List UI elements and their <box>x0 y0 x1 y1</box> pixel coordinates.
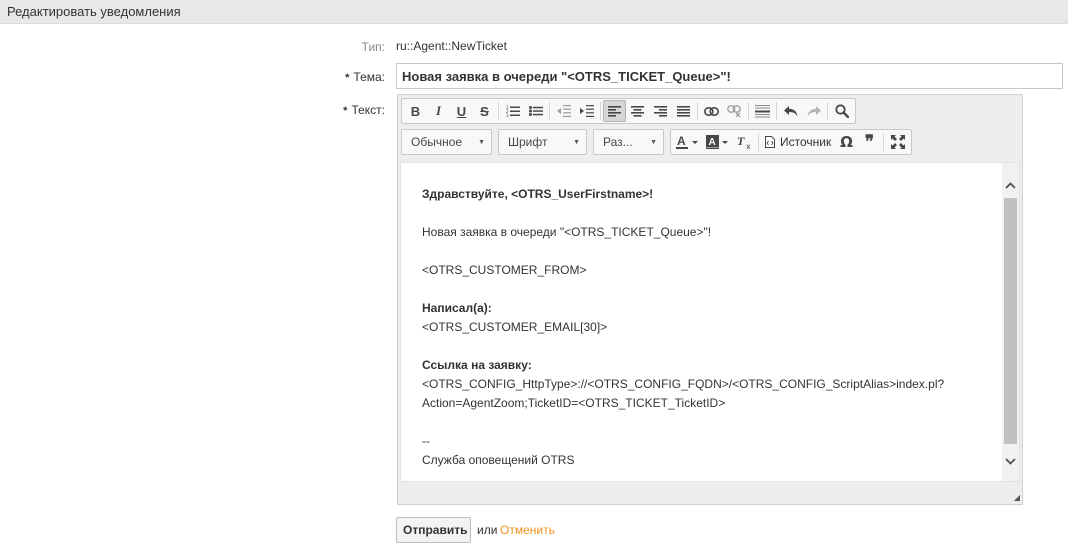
type-value: ru::Agent::NewTicket <box>396 39 507 53</box>
required-mark: * <box>345 72 350 84</box>
greeting-text: Здравствуйте, <OTRS_UserFirstname>! <box>422 187 654 201</box>
toolbar-separator <box>498 102 499 120</box>
text-label: Текст: <box>351 103 385 117</box>
extra-tools-group: A A Tx Источник Ω ❞ <box>670 129 912 155</box>
font-select[interactable]: Шрифт ▼ <box>498 129 587 155</box>
scroll-down-icon[interactable] <box>1002 453 1019 470</box>
svg-text:T: T <box>737 135 745 148</box>
format-select[interactable]: Обычное ▼ <box>401 129 492 155</box>
special-char-icon[interactable]: Ω <box>835 131 858 153</box>
chevron-down-icon: ▼ <box>573 138 580 146</box>
svg-text:A: A <box>677 135 686 148</box>
submit-button[interactable]: Отправить <box>396 517 471 543</box>
toolbar-separator <box>827 102 828 120</box>
justify-icon[interactable] <box>672 100 695 122</box>
numbered-list-icon[interactable]: 123 <box>501 100 524 122</box>
chevron-down-icon: ▼ <box>478 138 485 146</box>
required-mark: * <box>343 105 348 117</box>
scroll-up-icon[interactable] <box>1002 177 1019 194</box>
remove-format-icon[interactable]: Tx <box>733 131 756 153</box>
bold-icon[interactable]: B <box>404 100 427 122</box>
toolbar-separator <box>549 102 550 120</box>
toolbar-row-2: Обычное ▼ Шрифт ▼ Раз... ▼ A A Tx Источн… <box>401 128 916 156</box>
basic-styles-group: B I U S 123 <box>401 98 856 124</box>
cancel-link[interactable]: Отменить <box>500 523 555 537</box>
blockquote-icon[interactable]: ❞ <box>858 131 881 153</box>
vertical-scrollbar[interactable] <box>1002 163 1019 481</box>
or-text: или <box>477 523 498 537</box>
svg-text:x: x <box>746 142 751 149</box>
find-icon[interactable] <box>830 100 853 122</box>
subject-label: Тема: <box>353 70 385 84</box>
ticket-link-line-1: <OTRS_CONFIG_HttpType>://<OTRS_CONFIG_FQ… <box>422 377 945 391</box>
signature-line: Служба оповещений OTRS <box>422 453 575 467</box>
undo-icon[interactable] <box>779 100 802 122</box>
wrote-label: Написал(а): <box>422 301 492 315</box>
customer-email-line: <OTRS_CUSTOMER_EMAIL[30]> <box>422 320 608 334</box>
svg-text:3: 3 <box>506 113 509 117</box>
message-body[interactable]: Здравствуйте, <OTRS_UserFirstname>! Нова… <box>422 185 997 470</box>
toolbar-separator <box>883 133 884 151</box>
toolbar-separator <box>748 102 749 120</box>
horizontal-line-icon[interactable] <box>751 100 774 122</box>
queue-line: Новая заявка в очереди "<OTRS_TICKET_Que… <box>422 225 712 239</box>
resize-handle-icon[interactable]: ◢ <box>1014 493 1020 502</box>
bulleted-list-icon[interactable] <box>524 100 547 122</box>
rich-text-editor: B I U S 123 Обычное ▼ Шрифт ▼ Раз... ▼ A… <box>397 94 1023 505</box>
chevron-down-icon: ▼ <box>650 138 657 146</box>
align-right-icon[interactable] <box>649 100 672 122</box>
subject-label-wrap: * Тема: <box>285 70 385 84</box>
background-color-icon[interactable]: A <box>703 131 733 153</box>
indent-icon[interactable] <box>575 100 598 122</box>
toolbar-separator <box>758 133 759 151</box>
signature-separator: -- <box>422 434 430 448</box>
ticket-link-line-2: Action=AgentZoom;TicketID=<OTRS_TICKET_T… <box>422 396 726 410</box>
customer-from-line: <OTRS_CUSTOMER_FROM> <box>422 263 587 277</box>
size-select[interactable]: Раз... ▼ <box>593 129 664 155</box>
type-label: Тип: <box>361 40 385 54</box>
toolbar-separator <box>697 102 698 120</box>
svg-text:A: A <box>709 137 716 148</box>
font-select-label: Шрифт <box>508 135 548 149</box>
source-icon <box>765 136 775 148</box>
page-title: Редактировать уведомления <box>7 4 181 19</box>
strikethrough-icon[interactable]: S <box>473 100 496 122</box>
maximize-icon[interactable] <box>886 131 909 153</box>
toolbar-separator <box>600 102 601 120</box>
italic-icon[interactable]: I <box>427 100 450 122</box>
unlink-icon[interactable] <box>723 100 746 122</box>
page-header: Редактировать уведомления <box>0 0 1068 24</box>
link-icon[interactable] <box>700 100 723 122</box>
editor-content[interactable]: Здравствуйте, <OTRS_UserFirstname>! Нова… <box>400 162 1020 482</box>
text-label-wrap: * Текст: <box>285 103 385 117</box>
outdent-icon[interactable] <box>552 100 575 122</box>
redo-icon[interactable] <box>802 100 825 122</box>
underline-icon[interactable]: U <box>450 100 473 122</box>
subject-input[interactable] <box>396 63 1063 89</box>
toolbar-separator <box>776 102 777 120</box>
source-button-label: Источник <box>780 135 832 149</box>
text-color-icon[interactable]: A <box>673 131 703 153</box>
source-button[interactable]: Источник <box>761 131 835 153</box>
size-select-label: Раз... <box>603 135 633 149</box>
ticket-link-label: Ссылка на заявку: <box>422 358 532 372</box>
align-left-icon[interactable] <box>603 100 626 122</box>
scrollbar-thumb[interactable] <box>1004 198 1017 444</box>
format-select-label: Обычное <box>411 135 463 149</box>
toolbar-row-1: B I U S 123 <box>401 97 860 125</box>
align-center-icon[interactable] <box>626 100 649 122</box>
